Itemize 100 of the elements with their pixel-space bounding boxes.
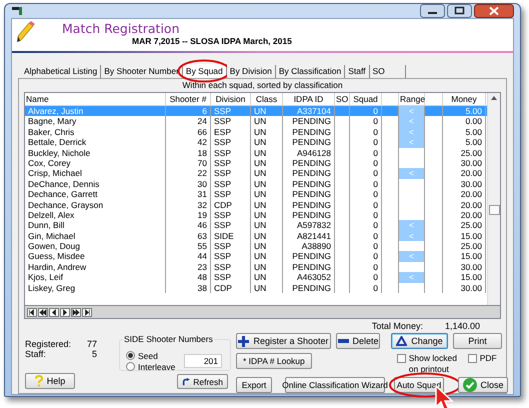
table-row[interactable]: Guess, Misdee 44 SSP UN PENDING 0 < 15.00 [25,251,487,262]
table-cell: Buckley, Nichole [25,148,166,158]
refresh-button[interactable]: Refresh [177,374,228,389]
rewind-icon[interactable] [38,308,48,316]
table-cell: 32 [166,200,211,210]
next-icon[interactable] [60,308,70,316]
table-cell: UN [251,220,283,231]
table-cell: 0.00 [443,116,486,127]
table-cell: 0 [350,168,382,179]
minimize-icon[interactable] [420,4,445,18]
table-cell: SIDE [211,230,251,242]
table-cell: 25.00 [443,241,486,252]
action-button[interactable]: Print [453,333,502,349]
number-field[interactable]: 201 [184,354,222,368]
table-row[interactable]: Gin, Michael 63 SIDE UN A821441 0 < 15.00 [25,230,487,242]
column-header[interactable]: Squad [350,93,382,105]
radio-button[interactable] [126,362,135,371]
table-cell: 30.00 [443,262,486,272]
action-button[interactable]: Change [391,333,448,349]
table-row[interactable]: Kjos, Leif 48 SSP UN A463052 0 < 15.00 [25,272,487,283]
column-header[interactable]: Name [25,93,166,105]
last-record-icon[interactable] [82,308,92,316]
table-row[interactable]: DeChance, Dennis 30 SSP UN PENDING 0 30.00 [25,178,487,190]
table-cell: 0 [350,220,382,231]
table-cell: PENDING [283,200,335,210]
radio-label: Interleave [138,362,176,372]
radio-button[interactable] [126,351,135,360]
table-cell: 20.00 [443,189,486,200]
table-row[interactable]: Dechance, Garrett 31 SSP UN PENDING 0 20.00 [25,189,487,200]
table-cell: 30.00 [443,178,486,190]
table-row[interactable]: Bagne, Mary 24 SSP UN PENDING 0 < 0.00 [25,116,487,127]
action-button[interactable]: * IDPA # Lookup [236,353,312,369]
table-cell: 0 [350,178,382,190]
checkbox[interactable] [396,354,406,363]
tab[interactable]: By Squad [182,64,227,78]
total-money-label: Total Money: [372,321,423,333]
table-cell: UN [251,189,283,200]
table-cell: SSP [211,272,251,283]
table-cell: SSP [211,241,251,252]
table-cell: SSP [211,158,251,168]
tab[interactable]: By Division [226,65,276,78]
close-icon[interactable] [474,4,514,18]
check-icon [462,378,476,392]
table-cell: Hardin, Andrew [25,262,166,272]
action-button[interactable]: Online Classification Wizard [285,377,385,393]
table-cell: 19 [166,210,211,220]
table-cell: UN [251,168,283,179]
action-button[interactable]: Delete [336,333,380,349]
checkbox-label: PDF [480,353,497,364]
column-header[interactable]: Range [399,93,425,105]
tab[interactable]: SO [370,65,406,78]
table-cell: 0 [350,148,382,158]
scroll-up-arrow-icon[interactable] [491,96,497,100]
checkbox[interactable] [468,354,477,363]
table-row[interactable]: Dechance, Grayson 32 CDP UN PENDING 0 20.00 [25,200,487,210]
table-row[interactable]: Crisp, Michael 22 SSP UN PENDING 0 < 20.00 [25,168,487,179]
table-cell: 70 [166,158,211,168]
action-button[interactable]: Export [236,377,272,393]
column-header[interactable]: IDPA ID [283,93,335,105]
table-cell: 0 [350,189,382,200]
table-row[interactable]: Dunn, Bill 46 SSP UN A597832 0 < 25.00 [25,220,487,231]
table-cell: 18 [166,148,211,158]
table-cell: 5.00 [443,106,486,116]
tab[interactable]: Alphabetical Listing [21,65,102,78]
vertical-scrollbar[interactable] [487,93,500,305]
maximize-icon[interactable] [447,4,472,18]
table-cell: SSP [211,210,251,220]
table-cell: PENDING [283,137,335,148]
table-cell: Crisp, Michael [25,168,166,179]
column-header[interactable]: SO [335,93,350,105]
table-cell: 38 [166,282,211,294]
table-cell: Guess, Misdee [25,251,166,262]
fast-forward-icon[interactable] [71,308,81,316]
table-cell: 30.00 [443,282,486,294]
first-record-icon[interactable] [27,308,37,316]
range-cell: < [399,272,425,283]
total-money-value: 1,140.00 [444,321,480,333]
table-cell: 20.00 [443,210,486,220]
column-header[interactable]: Division [211,93,251,105]
column-header[interactable]: Shooter # [166,93,211,105]
column-header[interactable]: Class [251,93,283,105]
scroll-thumb[interactable] [489,205,500,215]
table-cell: Dechance, Grayson [25,200,166,210]
action-button[interactable]: Register a Shooter [236,333,331,349]
table-row[interactable]: Bettale, Derrick 42 SSP UN PENDING 0 < 5.00 [25,137,487,148]
help-button[interactable]: Help [25,373,75,389]
table-row[interactable]: Buckley, Nichole 18 SSP UN A946128 0 25.00 [25,148,487,158]
table-cell: UN [251,116,283,127]
column-header[interactable]: Money [443,93,486,105]
table-cell: 23 [166,262,211,272]
table-row[interactable]: Baker, Chris 66 ESP UN PENDING 0 < 5.00 [25,126,487,138]
previous-icon[interactable] [49,308,59,316]
table-row[interactable]: Liskey, Greg 38 CDP UN PENDING 0 30.00 [25,282,487,294]
table-cell: A337104 [283,106,335,116]
table-cell: 66 [166,126,211,138]
table-cell: 0 [350,230,382,242]
list-caption: Within each squad, sorted by classification [181,79,344,92]
registered-count: 77 [86,339,97,349]
close-button[interactable]: Close [458,377,508,393]
table-cell: PENDING [283,282,335,294]
